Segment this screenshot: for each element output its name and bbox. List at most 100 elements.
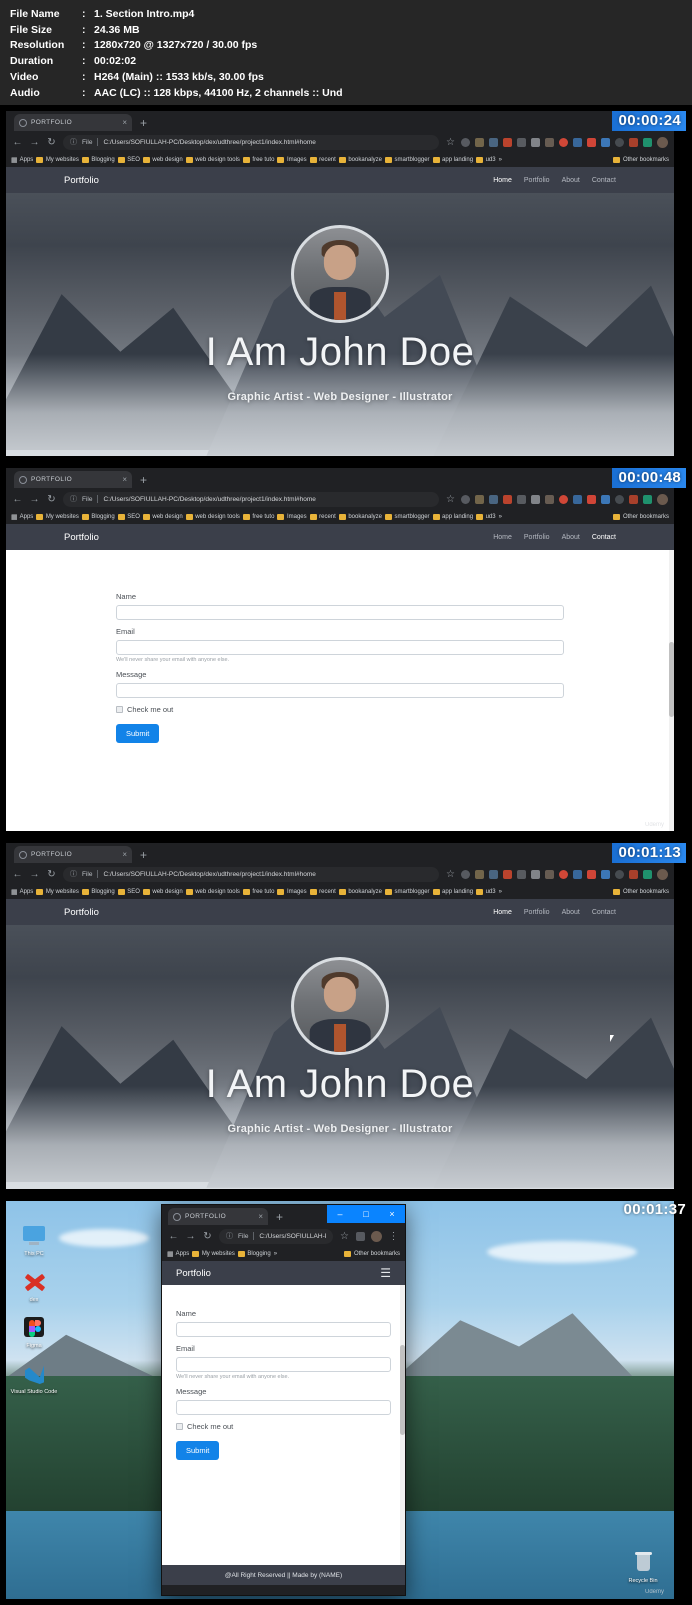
new-tab-button[interactable]: + — [140, 474, 147, 488]
extension-icon[interactable] — [629, 137, 638, 147]
desktop-icon-vscode[interactable]: Visual Studio Code — [9, 1361, 59, 1396]
tab-close-icon[interactable]: × — [122, 475, 127, 484]
bookmarks-overflow-icon[interactable]: » — [499, 157, 502, 163]
extension-icon[interactable] — [559, 869, 568, 879]
bookmark-item[interactable]: ud3 — [476, 889, 496, 895]
extension-icon[interactable] — [545, 494, 554, 504]
bookmark-item[interactable]: Images — [277, 889, 307, 895]
browser-tab[interactable]: PORTFOLIO × — [14, 114, 132, 131]
extension-icon[interactable] — [601, 137, 610, 147]
extension-icon[interactable] — [615, 494, 624, 504]
scrollbar-track[interactable] — [400, 1285, 405, 1565]
menu-icon[interactable]: ⋮ — [388, 1231, 399, 1242]
nav-link-contact[interactable]: Contact — [592, 534, 616, 541]
extension-icon[interactable] — [559, 137, 568, 147]
address-input[interactable]: ⓘ File C:/Users/SOFIULLAH-P... — [219, 1228, 333, 1244]
extension-icon[interactable] — [615, 869, 624, 879]
extension-icon[interactable] — [545, 137, 554, 147]
extension-icon[interactable] — [475, 869, 484, 879]
check-me-out-checkbox[interactable] — [116, 706, 123, 713]
bookmark-item[interactable]: web design tools — [185, 157, 240, 163]
forward-icon[interactable]: → — [29, 137, 40, 148]
extension-icon[interactable] — [545, 869, 554, 879]
forward-icon[interactable]: → — [29, 494, 40, 505]
extension-icon[interactable] — [643, 494, 652, 504]
apps-grid-icon[interactable]: ▦ — [167, 1250, 174, 1258]
back-icon[interactable]: ← — [12, 494, 23, 505]
bookmark-item[interactable]: web design — [142, 157, 183, 163]
extension-icon[interactable] — [517, 869, 526, 879]
checkbox-row[interactable]: Check me out — [116, 705, 564, 714]
nav-link-home[interactable]: Home — [493, 177, 512, 184]
extension-icon[interactable] — [643, 869, 652, 879]
bookmark-item[interactable]: app landing — [432, 889, 473, 895]
bookmark-apps-label[interactable]: Apps — [176, 1251, 190, 1257]
desktop-icon-figma[interactable]: Figma — [9, 1315, 59, 1350]
submit-button[interactable]: Submit — [176, 1441, 220, 1460]
checkbox-row[interactable]: Check me out — [176, 1422, 391, 1431]
site-brand[interactable]: Portfolio — [64, 907, 99, 918]
bookmark-item[interactable]: Blogging — [81, 889, 115, 895]
name-input[interactable] — [116, 605, 564, 620]
extension-icon[interactable] — [629, 494, 638, 504]
profile-avatar[interactable] — [657, 136, 668, 148]
forward-icon[interactable]: → — [185, 1231, 196, 1242]
extension-icon[interactable] — [629, 869, 638, 879]
extension-icon[interactable] — [517, 137, 526, 147]
nav-link-home[interactable]: Home — [493, 909, 512, 916]
bookmark-item[interactable]: recent — [309, 157, 336, 163]
profile-avatar[interactable] — [657, 493, 668, 505]
reload-icon[interactable]: ↻ — [46, 494, 57, 505]
bookmark-item[interactable]: smartblogger — [385, 889, 430, 895]
site-brand[interactable]: Portfolio — [64, 175, 99, 186]
bookmark-item[interactable]: ud3 — [476, 514, 496, 520]
submit-button[interactable]: Submit — [116, 724, 160, 743]
new-tab-button[interactable]: + — [276, 1211, 283, 1225]
nav-link-portfolio[interactable]: Portfolio — [524, 177, 550, 184]
extension-icon[interactable] — [489, 869, 498, 879]
bookmark-item[interactable]: Blogging — [81, 157, 115, 163]
tab-close-icon[interactable]: × — [258, 1212, 263, 1221]
address-input[interactable]: ⓘ File C:/Users/SOFIULLAH-PC/Desktop/dex… — [63, 134, 439, 150]
email-input[interactable] — [176, 1357, 391, 1372]
gmail-icon[interactable] — [503, 137, 512, 147]
extension-icon[interactable] — [461, 494, 470, 504]
extension-icon[interactable] — [461, 869, 470, 879]
bookmarks-overflow-icon[interactable]: » — [499, 889, 502, 895]
scrollbar-track[interactable] — [669, 550, 674, 831]
desktop-icon-dex[interactable]: dex — [9, 1269, 59, 1304]
extension-icon[interactable] — [475, 137, 484, 147]
profile-avatar[interactable] — [657, 868, 668, 880]
bookmarks-overflow-icon[interactable]: » — [499, 514, 502, 520]
page-info-icon[interactable]: ⓘ — [70, 494, 77, 504]
bookmark-item[interactable]: recent — [309, 514, 336, 520]
extension-icon[interactable] — [601, 869, 610, 879]
other-bookmarks-item[interactable]: Other bookmarks — [613, 514, 669, 520]
tab-close-icon[interactable]: × — [122, 850, 127, 859]
other-bookmarks-item[interactable]: Other bookmarks — [613, 157, 669, 163]
extension-icon[interactable] — [517, 494, 526, 504]
bookmark-item[interactable]: ud3 — [476, 157, 496, 163]
bookmark-item[interactable]: SEO — [117, 889, 140, 895]
extension-icon[interactable] — [489, 137, 498, 147]
extension-icon[interactable] — [461, 137, 470, 147]
nav-link-contact[interactable]: Contact — [592, 177, 616, 184]
bookmark-item[interactable]: My websites — [36, 514, 79, 520]
page-info-icon[interactable]: ⓘ — [70, 137, 77, 147]
bookmark-item[interactable]: SEO — [117, 157, 140, 163]
name-input[interactable] — [176, 1322, 391, 1337]
nav-link-about[interactable]: About — [562, 534, 580, 541]
nav-link-about[interactable]: About — [562, 177, 580, 184]
nav-link-portfolio[interactable]: Portfolio — [524, 534, 550, 541]
address-input[interactable]: ⓘ File C:/Users/SOFIULLAH-PC/Desktop/dex… — [63, 866, 439, 882]
close-button[interactable]: × — [379, 1205, 405, 1223]
browser-tab[interactable]: PORTFOLIO × — [14, 471, 132, 488]
bookmark-item[interactable]: free tuto — [242, 157, 274, 163]
browser-tab[interactable]: PORTFOLIO × — [14, 846, 132, 863]
bookmark-item[interactable]: recent — [309, 889, 336, 895]
bookmark-star-icon[interactable]: ☆ — [445, 137, 456, 148]
location-pin-icon[interactable] — [587, 494, 596, 504]
site-brand[interactable]: Portfolio — [64, 532, 99, 543]
bookmark-star-icon[interactable]: ☆ — [339, 1231, 350, 1242]
bookmark-item[interactable]: Images — [277, 514, 307, 520]
